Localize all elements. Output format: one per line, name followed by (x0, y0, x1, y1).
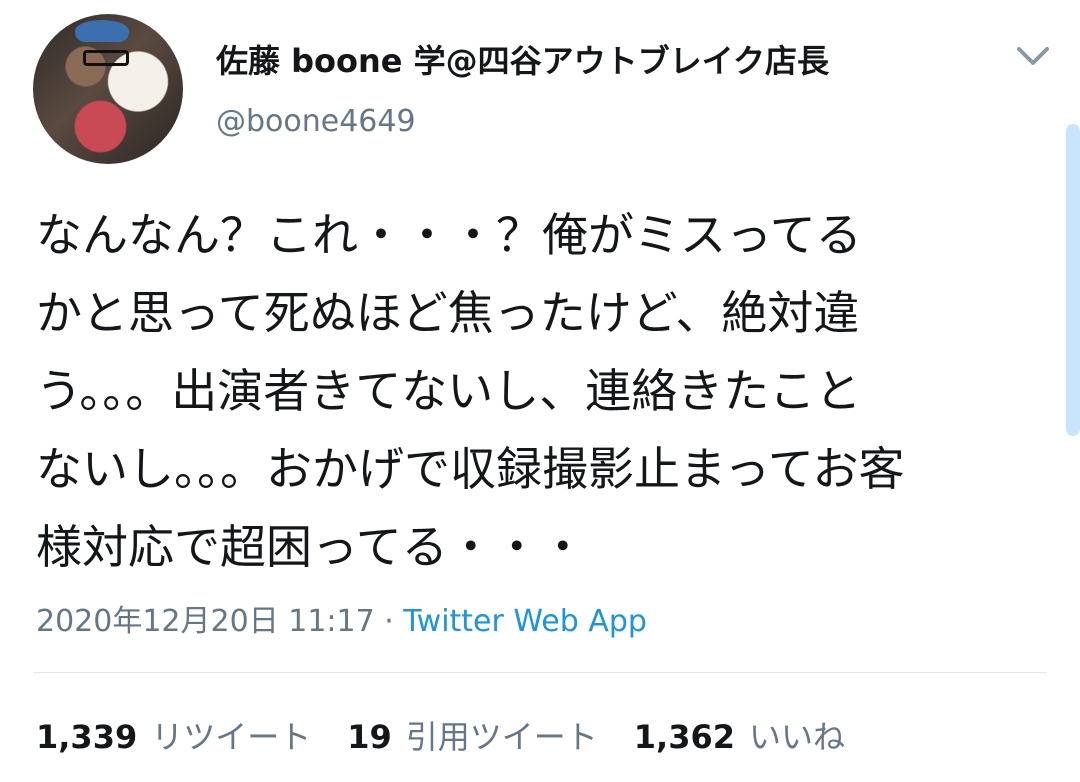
divider (33, 672, 1047, 673)
tweet-line: う。。。出演者きてないし、連絡きたこと (36, 364, 862, 418)
retweets-count: 1,339 (36, 718, 138, 756)
user-handle[interactable]: @boone4649 (216, 104, 416, 139)
tweet-stats: 1,339 リツイート 19 引用ツイート 1,362 いいね (36, 712, 881, 758)
likes-stat[interactable]: 1,362 いいね (634, 712, 845, 758)
meta-separator: · (374, 604, 404, 639)
retweets-stat[interactable]: 1,339 リツイート (36, 712, 311, 758)
likes-count: 1,362 (633, 718, 735, 756)
avatar-glasses (83, 50, 129, 66)
scrollbar[interactable] (1066, 124, 1080, 436)
quotes-count: 19 (347, 718, 392, 756)
tweet-line: かと思って死ぬほど焦ったけど、絶対違 (36, 286, 860, 340)
retweets-label: リツイート (151, 718, 312, 756)
tweet-source-link[interactable]: Twitter Web App (403, 604, 647, 639)
quotes-label: 引用ツイート (405, 718, 598, 756)
tweet-line: 様対応で超困ってる・・・ (36, 520, 586, 574)
avatar-cap (75, 20, 129, 42)
tweet-meta: 2020年12月20日 11:17 · Twitter Web App (36, 596, 647, 640)
quotes-stat[interactable]: 19 引用ツイート (347, 712, 598, 758)
display-name[interactable]: 佐藤 boone 学@四谷アウトブレイク店長 (216, 36, 829, 82)
tweet-timestamp[interactable]: 2020年12月20日 11:17 (36, 604, 375, 639)
tweet-text: なんなん？これ・・・？俺がミスってる かと思って死ぬほど焦ったけど、絶対違 う。… (36, 196, 1051, 586)
avatar[interactable] (33, 14, 183, 164)
likes-label: いいね (749, 718, 846, 756)
tweet-line: なんなん？これ・・・？俺がミスってる (36, 208, 862, 262)
tweet-line: ないし。。。おかげで収録撮影止まってお客 (36, 442, 905, 496)
chevron-down-icon[interactable] (1014, 40, 1052, 70)
